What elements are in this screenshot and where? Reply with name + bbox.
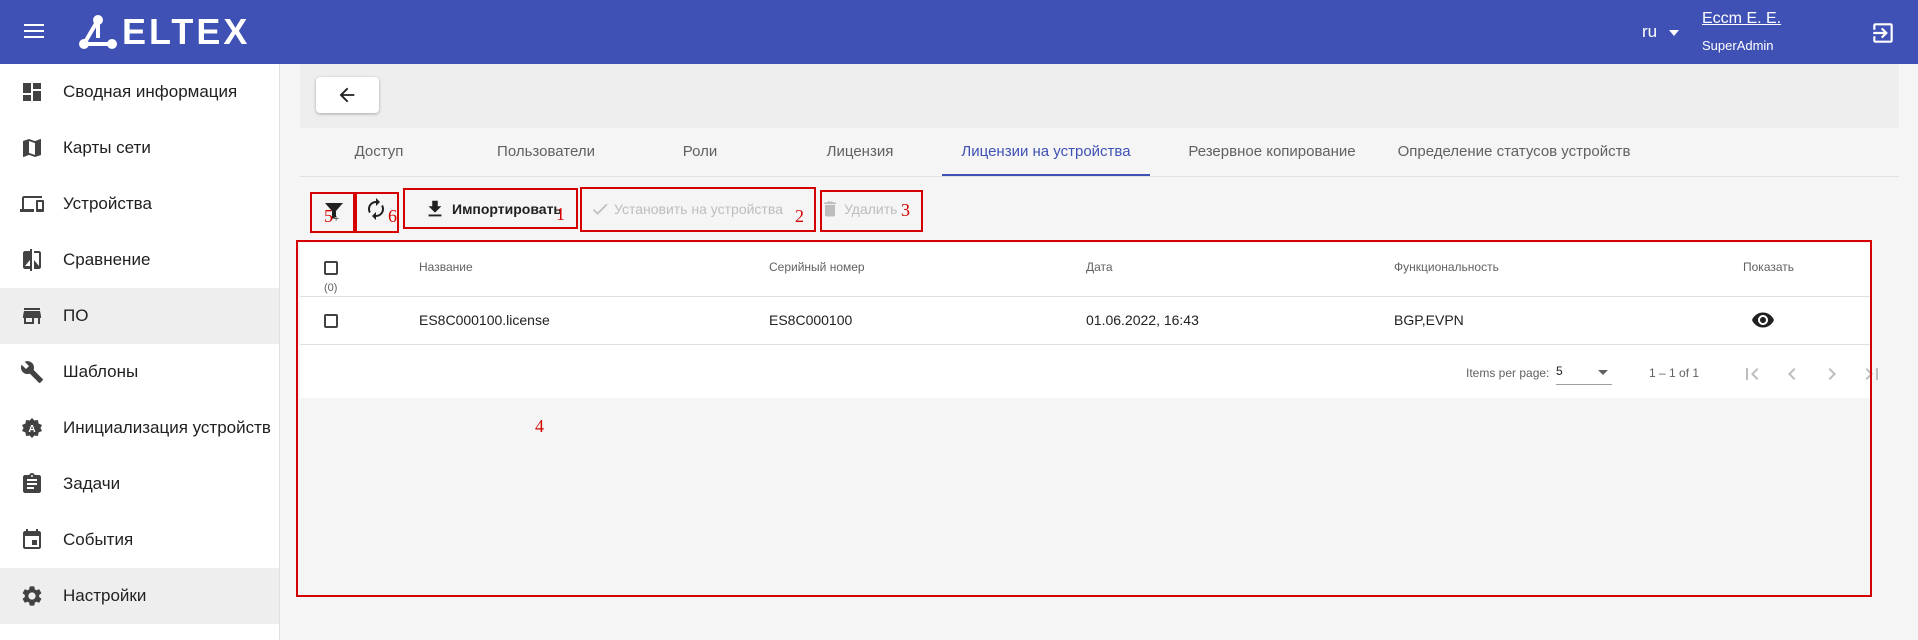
import-button[interactable]: Импортировать [424, 196, 562, 222]
selected-count: (0) [324, 282, 338, 294]
eye-icon[interactable] [1751, 308, 1775, 332]
sidebar-item-label: Инициализация устройств [63, 418, 271, 437]
compare-icon [23, 249, 41, 271]
last-page-icon[interactable] [1860, 362, 1884, 386]
sidebar-item-compare[interactable]: Сравнение [0, 232, 279, 288]
annotation-number-4: 4 [535, 416, 544, 436]
tab-roles[interactable]: Роли [670, 128, 730, 176]
page-size-select[interactable]: 5 [1556, 362, 1612, 385]
tab-device-status[interactable]: Определение статусов устройств [1382, 128, 1646, 176]
tab-users[interactable]: Пользователи [478, 128, 614, 176]
sidebar-item-label: Карты сети [63, 138, 151, 157]
annotation-number-3: 3 [901, 200, 910, 220]
gear-icon [22, 586, 42, 606]
clipboard-icon [23, 473, 41, 493]
refresh-icon [368, 198, 384, 220]
annotation-number-5: 5+ [324, 206, 339, 227]
language-value: ru [1642, 22, 1658, 41]
annotation-number-2: 2 [795, 206, 804, 226]
sidebar-item-tasks[interactable]: Задачи [0, 456, 279, 512]
cell-features: BGP,EVPN [1394, 312, 1464, 328]
sidebar-item-label: Задачи [63, 474, 121, 493]
sidebar-item-events[interactable]: События [0, 512, 279, 568]
logo-text: ELTEX [122, 11, 251, 52]
sidebar-item-label: Шаблоны [63, 362, 139, 381]
arrow-left-icon [339, 87, 355, 103]
user-name-link[interactable]: Eccm E. E. [1702, 10, 1781, 28]
sidebar-item-label: Сравнение [63, 250, 151, 269]
sidebar-item-label: ПО [63, 306, 89, 325]
first-page-icon[interactable] [1740, 362, 1764, 386]
svg-text:A: A [28, 424, 35, 435]
sidebar-item-label: Сводная информация [63, 82, 238, 101]
select-all-checkbox[interactable] [324, 261, 338, 275]
column-header-features[interactable]: Функциональность [1394, 260, 1499, 274]
tab-device-licenses[interactable]: Лицензии на устройства [942, 128, 1150, 176]
page-size-value: 5 [1556, 364, 1563, 378]
next-page-icon[interactable] [1820, 362, 1844, 386]
row-checkbox[interactable] [324, 314, 338, 328]
wrench-icon [20, 361, 43, 383]
download-icon [428, 200, 442, 217]
calendar-icon [23, 529, 41, 549]
header-divider [300, 296, 1871, 297]
sidebar-item-software[interactable]: ПО [0, 288, 279, 344]
delete-button[interactable]: Удалить [820, 197, 897, 221]
store-icon [23, 308, 41, 324]
language-select[interactable]: ru [1642, 22, 1680, 42]
import-label: Импортировать [452, 201, 563, 217]
caret-down-icon [1598, 370, 1608, 375]
logo-mark-icon [79, 15, 117, 49]
sidebar: Сводная информация Карты сети Устройства… [0, 64, 280, 640]
sidebar-item-maps[interactable]: Карты сети [0, 120, 279, 176]
sidebar-item-label: Устройства [63, 194, 152, 213]
user-role: SuperAdmin [1702, 38, 1774, 53]
check-icon [592, 203, 608, 215]
cell-serial: ES8C000100 [769, 312, 853, 328]
sidebar-item-devices[interactable]: Устройства [0, 176, 279, 232]
devices-icon [20, 196, 44, 212]
install-label: Установить на устройства [614, 201, 783, 217]
items-per-page-label: Items per page: [1466, 366, 1550, 380]
sidebar-item-device-init[interactable]: A Инициализация устройств [0, 400, 279, 456]
logout-icon[interactable] [1870, 20, 1896, 46]
sidebar-item-label: События [63, 530, 134, 549]
install-on-devices-button[interactable]: Установить на устройства [590, 197, 783, 221]
column-header-name[interactable]: Название [419, 260, 473, 274]
sidebar-item-dashboard[interactable]: Сводная информация [0, 64, 279, 120]
tab-license[interactable]: Лицензия [810, 128, 910, 176]
page-topbar [300, 64, 1899, 128]
trash-icon [824, 201, 836, 217]
sidebar-item-settings[interactable]: Настройки [0, 568, 279, 624]
delete-label: Удалить [844, 201, 898, 217]
tab-access[interactable]: Доступ [336, 128, 422, 176]
row-divider [300, 344, 1871, 345]
menu-icon[interactable] [20, 20, 50, 44]
eltex-logo: ELTEX [78, 12, 250, 52]
page-range: 1 – 1 of 1 [1649, 366, 1700, 380]
settings-tabs: Доступ Пользователи Роли Лицензия Лиценз… [300, 128, 1899, 177]
annotation-number-1: 1 [556, 204, 565, 224]
refresh-button[interactable] [364, 197, 388, 221]
cell-name: ES8C000100.license [419, 312, 550, 328]
cell-date: 01.06.2022, 16:43 [1086, 312, 1199, 328]
annotation-number-6: 6 [388, 206, 397, 226]
back-button[interactable] [316, 77, 379, 113]
dashboard-icon [23, 83, 41, 101]
app-header: ELTEX ru Eccm E. E. SuperAdmin [0, 0, 1918, 64]
column-header-show: Показать [1743, 260, 1795, 274]
sidebar-item-label: Настройки [63, 586, 147, 605]
annotation-number-5-plus: + [333, 213, 340, 225]
init-icon: A [22, 418, 42, 438]
sidebar-item-templates[interactable]: Шаблоны [0, 344, 279, 400]
prev-page-icon[interactable] [1780, 362, 1804, 386]
annotation-number-5-text: 5 [324, 206, 333, 226]
column-header-date[interactable]: Дата [1086, 260, 1113, 274]
caret-down-icon [1669, 29, 1680, 36]
map-icon [23, 139, 41, 157]
column-header-serial[interactable]: Серийный номер [769, 260, 865, 274]
tab-backup[interactable]: Резервное копирование [1172, 128, 1372, 176]
